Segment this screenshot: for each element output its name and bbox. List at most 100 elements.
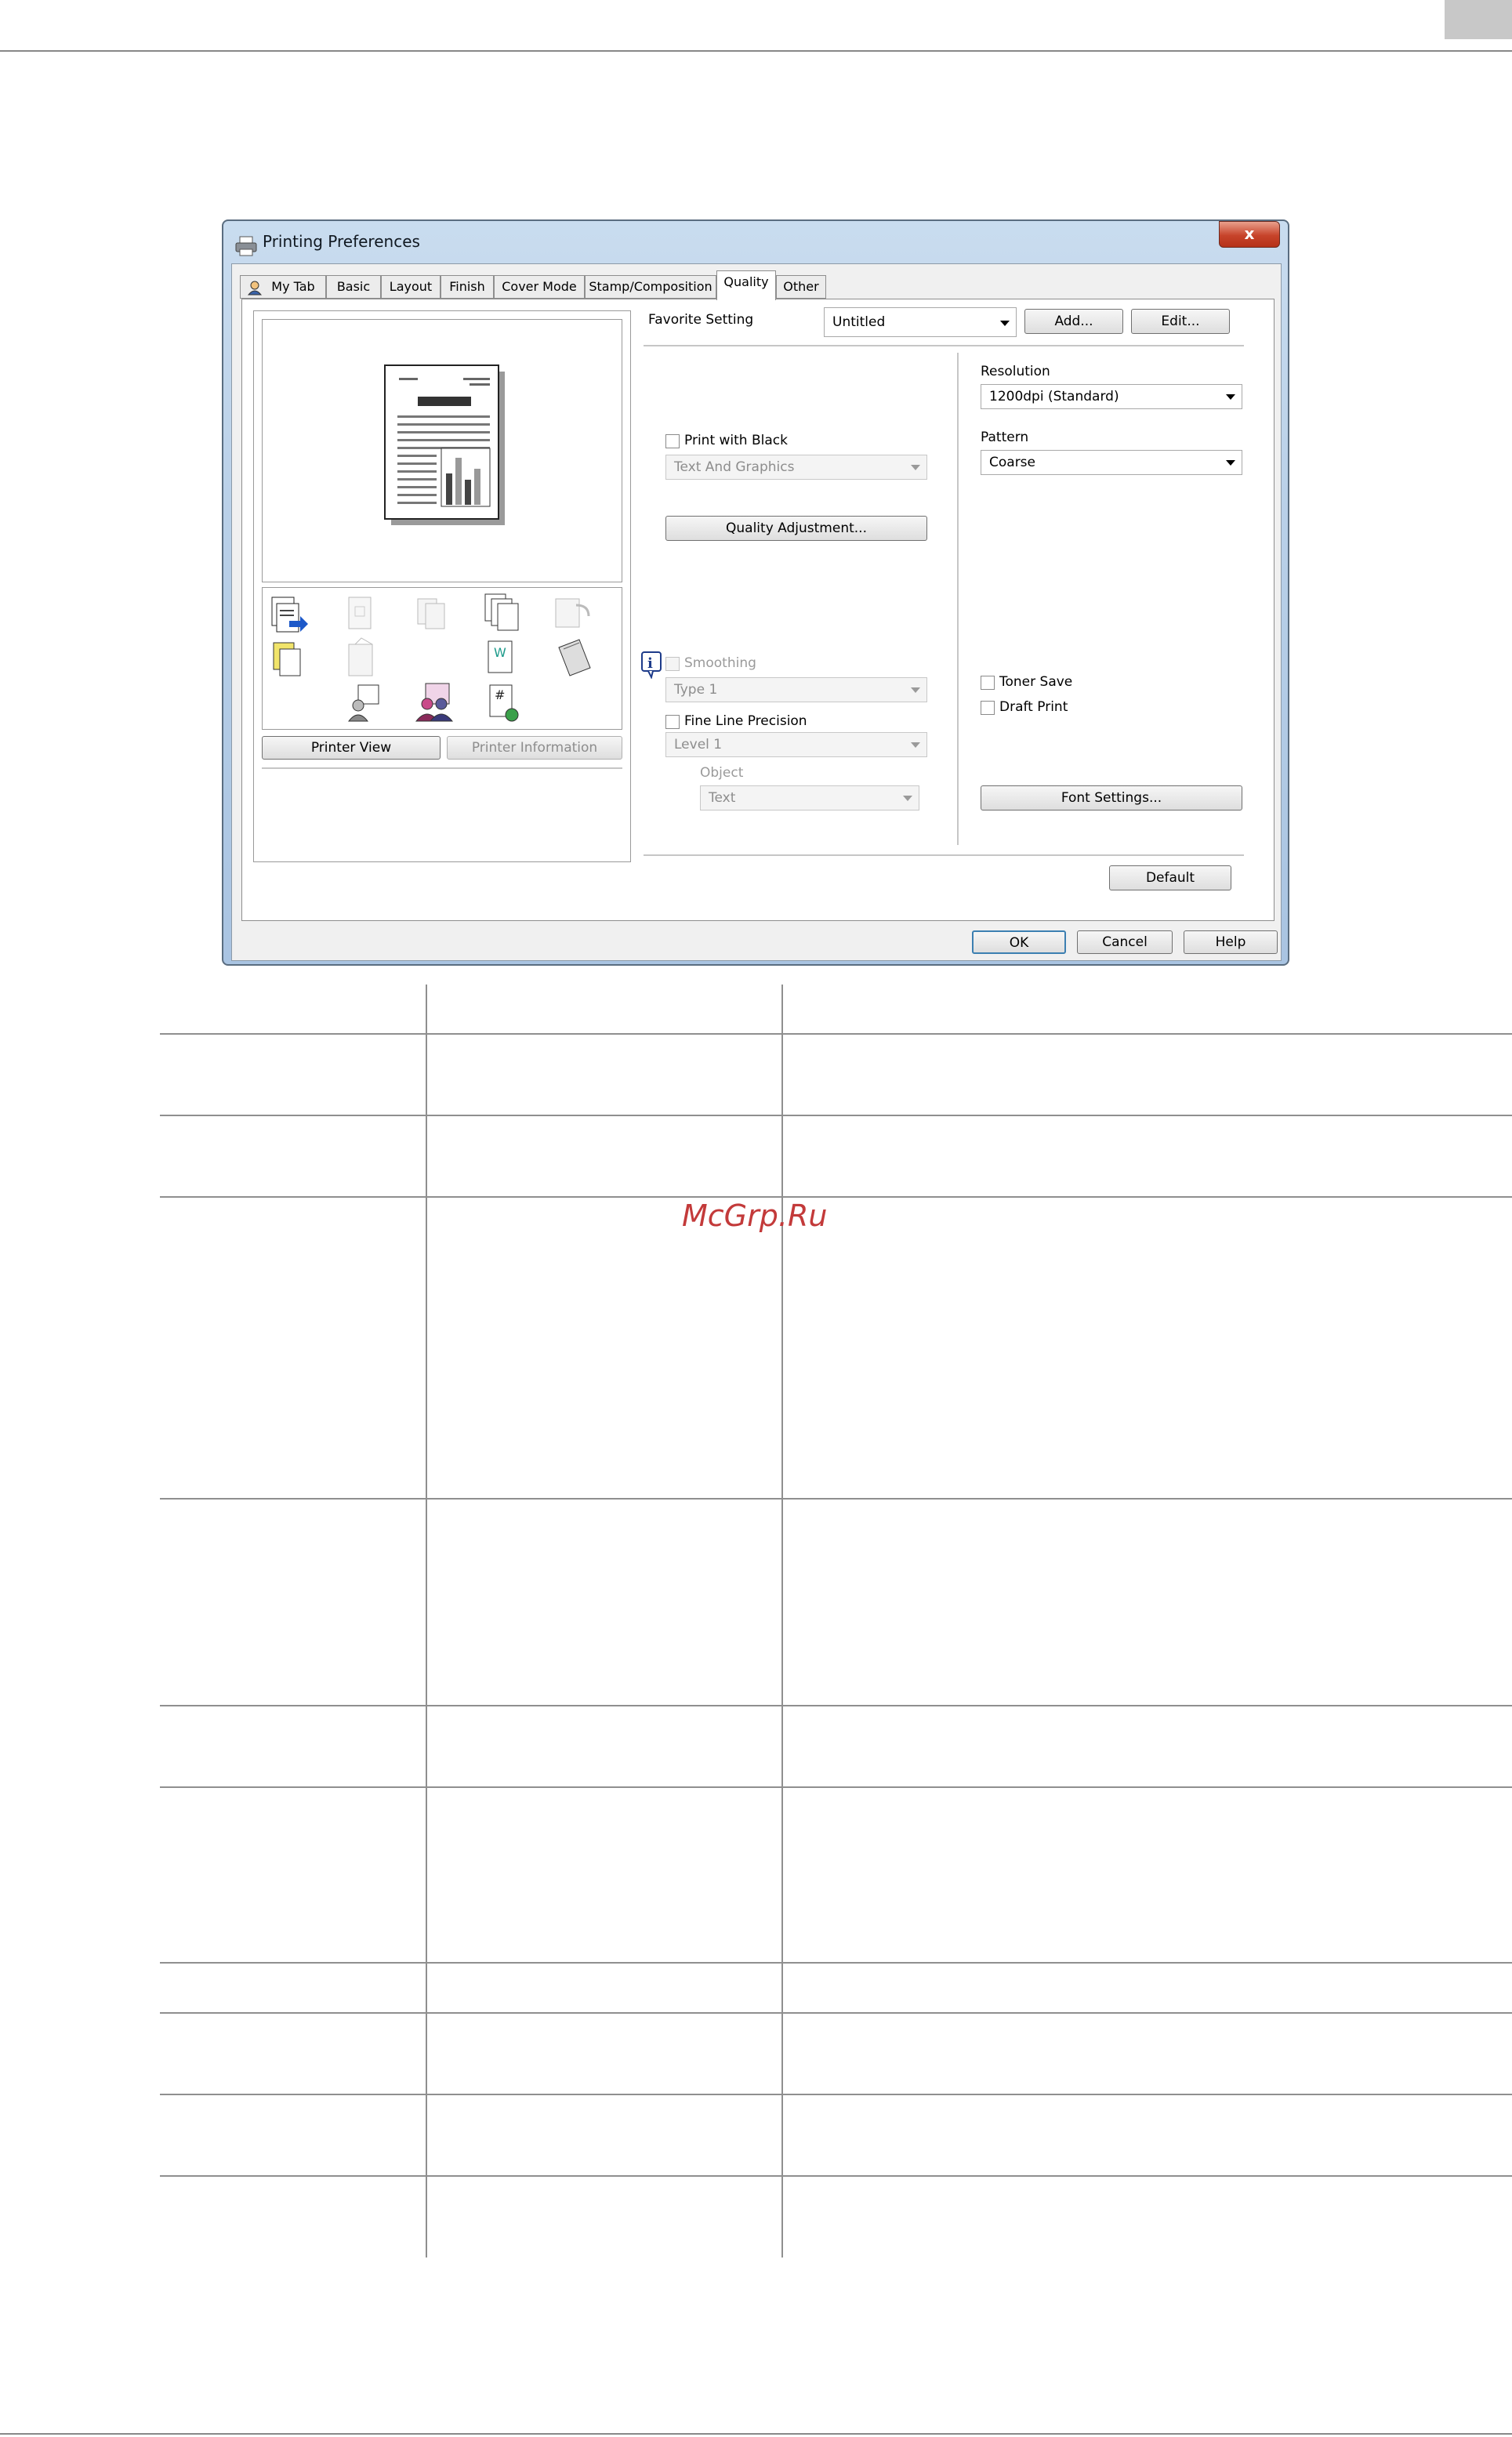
pattern-value: Coarse (989, 455, 1035, 470)
user-authentication-icon[interactable] (413, 682, 457, 723)
chevron-down-icon (903, 796, 912, 801)
favorite-setting-dropdown[interactable]: Untitled (824, 307, 1017, 337)
smoothing-checkbox[interactable] (665, 657, 680, 671)
edit-button[interactable]: Edit... (1131, 309, 1230, 334)
tab-my-tab[interactable]: My Tab (240, 275, 326, 299)
table-row-divider (160, 1196, 1512, 1198)
watermark-text: McGrp.Ru (682, 1199, 828, 1233)
fine-line-precision-value: Level 1 (674, 737, 723, 752)
resolution-value: 1200dpi (Standard) (989, 389, 1119, 404)
printer-information-button[interactable]: Printer Information (447, 736, 622, 760)
default-button[interactable]: Default (1109, 865, 1231, 890)
top-rule (0, 50, 1512, 52)
smoothing-dropdown[interactable]: Type 1 (665, 677, 927, 702)
tab-stamp-composition[interactable]: Stamp/Composition (585, 275, 716, 299)
user-icon (247, 281, 263, 296)
chevron-down-icon (1000, 321, 1010, 326)
svg-text:W: W (494, 645, 506, 660)
tab-layout[interactable]: Layout (381, 275, 441, 299)
quality-adjustment-button[interactable]: Quality Adjustment... (665, 516, 927, 541)
chevron-down-icon (911, 742, 920, 748)
print-with-black-label: Print with Black (684, 433, 788, 448)
info-icon: i (641, 651, 662, 679)
paper-icon[interactable] (270, 640, 305, 679)
tab-finish[interactable]: Finish (441, 275, 494, 299)
favorite-setting-value: Untitled (832, 314, 886, 330)
watermark-icon[interactable]: W (485, 638, 517, 677)
column-separator (957, 353, 959, 845)
table-column-divider (781, 985, 783, 2257)
table-row-divider (160, 2175, 1512, 2177)
print-with-black-dropdown[interactable]: Text And Graphics (665, 455, 927, 480)
chevron-down-icon (1226, 394, 1235, 400)
table-row-divider (160, 1962, 1512, 1964)
page-preview (262, 319, 622, 582)
fine-line-precision-label: Fine Line Precision (684, 713, 807, 729)
chevron-down-icon (911, 465, 920, 470)
bottom-rule (0, 2433, 1512, 2435)
table-row-divider (160, 1498, 1512, 1500)
smoothing-label: Smoothing (684, 655, 756, 671)
tab-other[interactable]: Other (776, 275, 826, 299)
fine-line-precision-checkbox[interactable] (665, 715, 680, 729)
chevron-down-icon (1226, 460, 1235, 466)
favorite-setting-label: Favorite Setting (648, 312, 754, 328)
draft-print-label: Draft Print (999, 699, 1068, 715)
print-with-black-value: Text And Graphics (674, 459, 795, 475)
table-row-divider (160, 1705, 1512, 1706)
account-icon[interactable] (347, 682, 383, 723)
close-icon: x (1244, 224, 1255, 243)
toner-save-label: Toner Save (999, 674, 1073, 690)
pattern-dropdown[interactable]: Coarse (981, 450, 1242, 475)
header-separator (644, 345, 1244, 346)
preview-panel: W # Printer View Printer Information (253, 310, 631, 862)
panel-separator (262, 767, 622, 769)
cancel-button[interactable]: Cancel (1077, 930, 1173, 954)
page-corner-tab (1445, 0, 1512, 39)
resolution-dropdown[interactable]: 1200dpi (Standard) (981, 384, 1242, 409)
overlay-icon[interactable] (553, 635, 596, 679)
table-row-divider (160, 1115, 1512, 1116)
close-button[interactable]: x (1219, 221, 1280, 248)
footer-separator (644, 854, 1244, 856)
quality-tab-panel: W # Printer View Printer Information Fav… (241, 299, 1275, 921)
tab-quality[interactable]: Quality (716, 270, 776, 300)
object-label: Object (700, 765, 744, 781)
draft-print-checkbox[interactable] (981, 701, 995, 715)
table-row-divider (160, 2094, 1512, 2095)
ok-button[interactable]: OK (972, 930, 1066, 954)
options-icon-grid: W # (262, 587, 622, 730)
help-button[interactable]: Help (1184, 930, 1278, 954)
tab-cover-mode[interactable]: Cover Mode (494, 275, 585, 299)
pattern-label: Pattern (981, 430, 1029, 445)
printer-view-button[interactable]: Printer View (262, 736, 441, 760)
table-row-divider (160, 1033, 1512, 1035)
toner-save-checkbox[interactable] (981, 676, 995, 690)
printer-icon (235, 236, 257, 256)
svg-text:i: i (647, 655, 653, 672)
numbering-icon[interactable]: # (485, 682, 521, 724)
booklet-icon (348, 637, 373, 676)
svg-text:#: # (495, 687, 505, 702)
tab-basic[interactable]: Basic (326, 275, 381, 299)
fine-line-precision-dropdown[interactable]: Level 1 (665, 732, 927, 757)
printing-preferences-dialog: Printing Preferences x My Tab Basic Layo… (222, 219, 1289, 966)
collate-icon[interactable] (482, 591, 526, 633)
table-row-divider (160, 2012, 1512, 2014)
object-value: Text (709, 790, 736, 806)
resolution-label: Resolution (981, 364, 1050, 379)
rotate-icon (555, 598, 590, 628)
table-row-divider (160, 1786, 1512, 1788)
print-output-icon[interactable] (269, 593, 311, 635)
table-column-divider (426, 985, 427, 2257)
font-settings-button[interactable]: Font Settings... (981, 785, 1242, 811)
chevron-down-icon (911, 687, 920, 693)
smoothing-value: Type 1 (674, 682, 718, 698)
dialog-title: Printing Preferences (263, 232, 420, 251)
copies-icon (417, 598, 445, 629)
add-button[interactable]: Add... (1024, 309, 1123, 334)
dialog-client-area: My Tab Basic Layout Finish Cover Mode St… (231, 263, 1282, 961)
object-dropdown[interactable]: Text (700, 785, 919, 811)
print-with-black-checkbox[interactable] (665, 434, 680, 448)
staple-icon (348, 597, 372, 629)
